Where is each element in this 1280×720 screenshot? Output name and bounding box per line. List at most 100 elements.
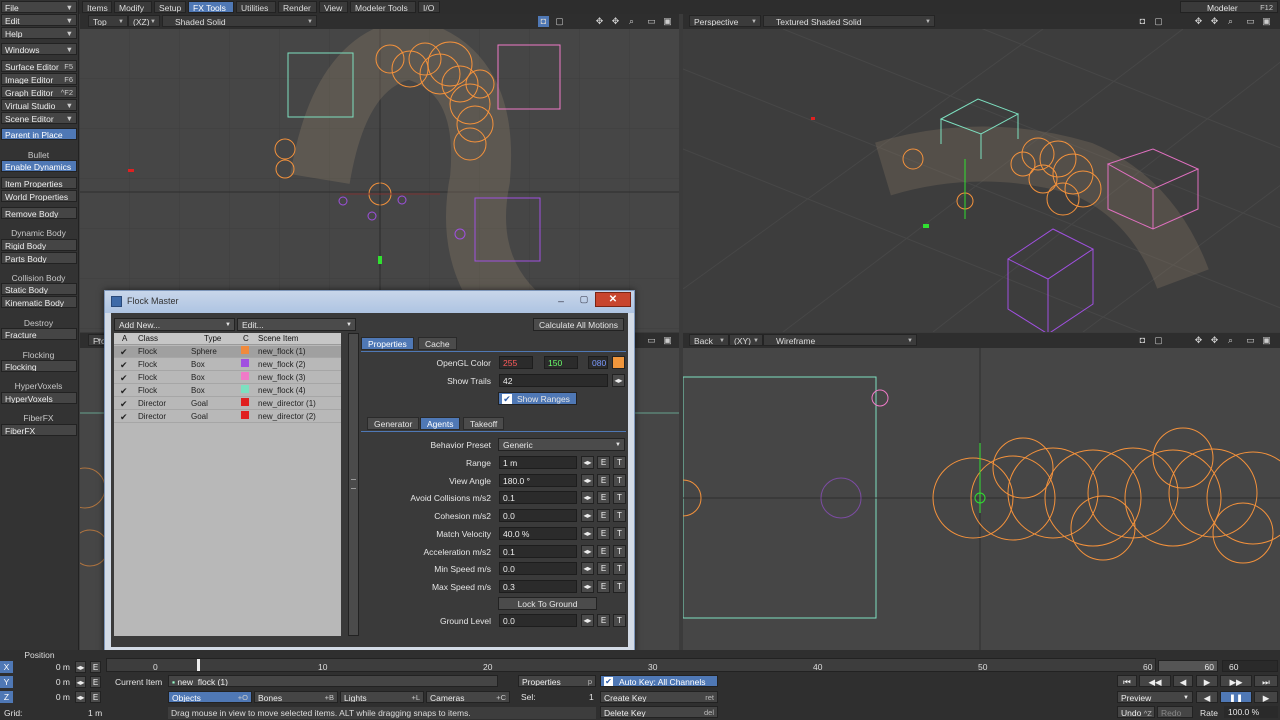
axis-x-value[interactable]: 0 m bbox=[20, 662, 70, 672]
texture-t-button[interactable]: T bbox=[613, 526, 626, 540]
filter-bones-button[interactable]: Bones +B bbox=[254, 691, 338, 703]
zoom-icon[interactable]: ⌕ bbox=[1225, 335, 1236, 346]
checkmark-icon[interactable]: ✔ bbox=[120, 359, 128, 371]
row-color-swatch[interactable] bbox=[241, 385, 249, 393]
go-start-icon[interactable]: ⏮ bbox=[1117, 675, 1137, 687]
slider-arrows-icon[interactable]: ◂▸ bbox=[581, 562, 594, 576]
maximize-window-icon[interactable]: ▢ bbox=[573, 292, 595, 306]
windows-menu[interactable]: Windows ▼ bbox=[1, 43, 77, 55]
static-body-button[interactable]: Static Body bbox=[1, 283, 77, 295]
opengl-color-swatch[interactable] bbox=[612, 356, 625, 369]
fit-view-icon[interactable]: ▭ bbox=[1245, 335, 1256, 346]
menu-tab-modeler-tools[interactable]: Modeler Tools bbox=[350, 1, 416, 13]
fit-view-icon[interactable]: ▭ bbox=[646, 16, 657, 27]
axis-y-value[interactable]: 0 m bbox=[20, 677, 70, 687]
render-mode-dropdown[interactable]: Wireframe bbox=[763, 334, 917, 346]
texture-t-button[interactable]: T bbox=[613, 562, 626, 576]
sidebar-item-scene-editor[interactable]: Scene Editor ▼ bbox=[1, 112, 77, 124]
match-velocity-field[interactable]: 40.0 % bbox=[499, 526, 577, 540]
item-properties-button[interactable]: Item Properties bbox=[1, 177, 77, 189]
sidebar-item-surface-editor[interactable]: Surface Editor F5 bbox=[1, 60, 77, 72]
parent-in-place-button[interactable]: Parent in Place bbox=[1, 128, 77, 140]
envelope-e-button[interactable]: E bbox=[597, 491, 610, 505]
opengl-g-field[interactable]: 150 bbox=[544, 356, 578, 369]
envelope-e-button[interactable]: E bbox=[597, 544, 610, 558]
min-speed-m-s-field[interactable]: 0.0 bbox=[499, 562, 577, 576]
move-view-icon[interactable]: ✥ bbox=[1193, 16, 1204, 27]
add-new-dropdown[interactable]: Add New... bbox=[114, 318, 235, 332]
axis-dropdown[interactable]: (XY) bbox=[729, 334, 763, 346]
render-mode-dropdown[interactable]: Shaded Solid bbox=[162, 15, 317, 27]
slider-arrows-icon[interactable]: ◂▸ bbox=[581, 491, 594, 505]
camera-icon[interactable]: ◘ bbox=[1137, 16, 1148, 27]
current-item-dropdown[interactable]: ▪ new_flock (1) bbox=[168, 675, 498, 687]
view-angle-field[interactable]: 180.0 ° bbox=[499, 473, 577, 487]
behavior-preset-dropdown[interactable]: Generic bbox=[498, 438, 625, 452]
world-properties-button[interactable]: World Properties bbox=[1, 190, 77, 202]
go-end-icon[interactable]: ⏭ bbox=[1254, 675, 1278, 687]
calculate-all-motions-button[interactable]: Calculate All Motions bbox=[533, 318, 624, 331]
max-speed-m-s-field[interactable]: 0.3 bbox=[499, 579, 577, 593]
texture-t-button[interactable]: T bbox=[613, 544, 626, 558]
zoom-icon[interactable]: ⌕ bbox=[1225, 16, 1236, 27]
minimize-icon[interactable]: _ bbox=[549, 292, 573, 306]
envelope-e-button[interactable]: E bbox=[597, 456, 610, 469]
viewport-max-icon[interactable]: ▣ bbox=[1261, 16, 1272, 27]
show-trails-field[interactable]: 42 bbox=[499, 374, 608, 387]
texture-t-button[interactable]: T bbox=[613, 614, 626, 627]
next-key-icon[interactable]: ▶▶ bbox=[1220, 675, 1252, 687]
prev-key-icon[interactable]: ◀◀ bbox=[1139, 675, 1171, 687]
tab-generator[interactable]: Generator bbox=[367, 417, 420, 430]
redo-button[interactable]: Redo bbox=[1157, 706, 1193, 718]
texture-t-button[interactable]: T bbox=[613, 509, 626, 523]
table-row[interactable]: ✔ Flock Box new_flock (4) bbox=[114, 385, 341, 397]
menu-tab-view[interactable]: View bbox=[319, 1, 348, 13]
table-row[interactable]: ✔ Flock Sphere new_flock (1) bbox=[114, 346, 341, 358]
envelope-e-button[interactable]: E bbox=[597, 614, 610, 627]
fit-view-icon[interactable]: ▭ bbox=[646, 335, 657, 346]
tab-cache[interactable]: Cache bbox=[418, 337, 457, 350]
rate-field[interactable]: 100.0 % bbox=[1224, 706, 1278, 718]
envelope-e-button[interactable]: E bbox=[597, 473, 610, 487]
maximize-icon[interactable]: ▢ bbox=[554, 16, 565, 27]
slider-arrows-icon[interactable]: ◂▸ bbox=[581, 456, 594, 469]
row-color-swatch[interactable] bbox=[241, 372, 249, 380]
opengl-r-field[interactable]: 255 bbox=[499, 356, 533, 369]
view-type-dropdown[interactable]: Top bbox=[88, 15, 128, 27]
slider-arrows-icon[interactable]: ◂▸ bbox=[612, 374, 625, 387]
filter-cameras-button[interactable]: Cameras +C bbox=[426, 691, 510, 703]
flocking-button[interactable]: Flocking bbox=[1, 360, 77, 372]
view-type-dropdown[interactable]: Back bbox=[689, 334, 729, 346]
axis-dropdown[interactable]: (XZ) bbox=[128, 15, 160, 27]
show-ranges-checkbox[interactable]: ✔ Show Ranges bbox=[498, 392, 577, 405]
ground-level-field[interactable]: 0.0 bbox=[499, 614, 577, 627]
sidebar-item-graph-editor[interactable]: Graph Editor ^F2 bbox=[1, 86, 77, 98]
timeline[interactable] bbox=[106, 658, 1156, 672]
file-menu[interactable]: File ▼ bbox=[1, 1, 77, 13]
camera-icon[interactable]: ◘ bbox=[1137, 335, 1148, 346]
edit-menu[interactable]: Edit ▼ bbox=[1, 14, 77, 26]
checkmark-icon[interactable]: ✔ bbox=[120, 346, 128, 358]
next-frame-icon[interactable]: ▶ bbox=[1196, 675, 1218, 687]
lock-to-ground-button[interactable]: Lock To Ground bbox=[498, 597, 597, 610]
menu-tab-fx-tools[interactable]: FX Tools bbox=[188, 1, 234, 13]
help-menu[interactable]: Help ▼ bbox=[1, 27, 77, 39]
envelope-e-button[interactable]: E bbox=[90, 691, 101, 703]
fracture-button[interactable]: Fracture bbox=[1, 328, 77, 340]
delete-key-button[interactable]: Delete Key del bbox=[600, 706, 718, 718]
menu-tab-render[interactable]: Render bbox=[278, 1, 317, 13]
preview-dropdown[interactable]: Preview ▼ bbox=[1117, 691, 1193, 703]
texture-t-button[interactable]: T bbox=[613, 473, 626, 487]
prev-frame-icon[interactable]: ◀ bbox=[1173, 675, 1193, 687]
sidebar-item-virtual-studio[interactable]: Virtual Studio ▼ bbox=[1, 99, 77, 111]
axis-z-value[interactable]: 0 m bbox=[20, 692, 70, 702]
hypervoxels-button[interactable]: HyperVoxels bbox=[1, 392, 77, 404]
zoom-icon[interactable]: ⌕ bbox=[626, 16, 637, 27]
close-icon[interactable]: ✕ bbox=[595, 292, 631, 307]
tab-properties[interactable]: Properties bbox=[361, 337, 414, 350]
parts-body-button[interactable]: Parts Body bbox=[1, 252, 77, 264]
viewport-max-icon[interactable]: ▣ bbox=[662, 16, 673, 27]
play-icon[interactable]: ▶ bbox=[1254, 691, 1278, 703]
end-frame-field[interactable]: 60 bbox=[1222, 660, 1278, 672]
slider-arrows-icon[interactable]: ◂▸ bbox=[75, 691, 86, 703]
